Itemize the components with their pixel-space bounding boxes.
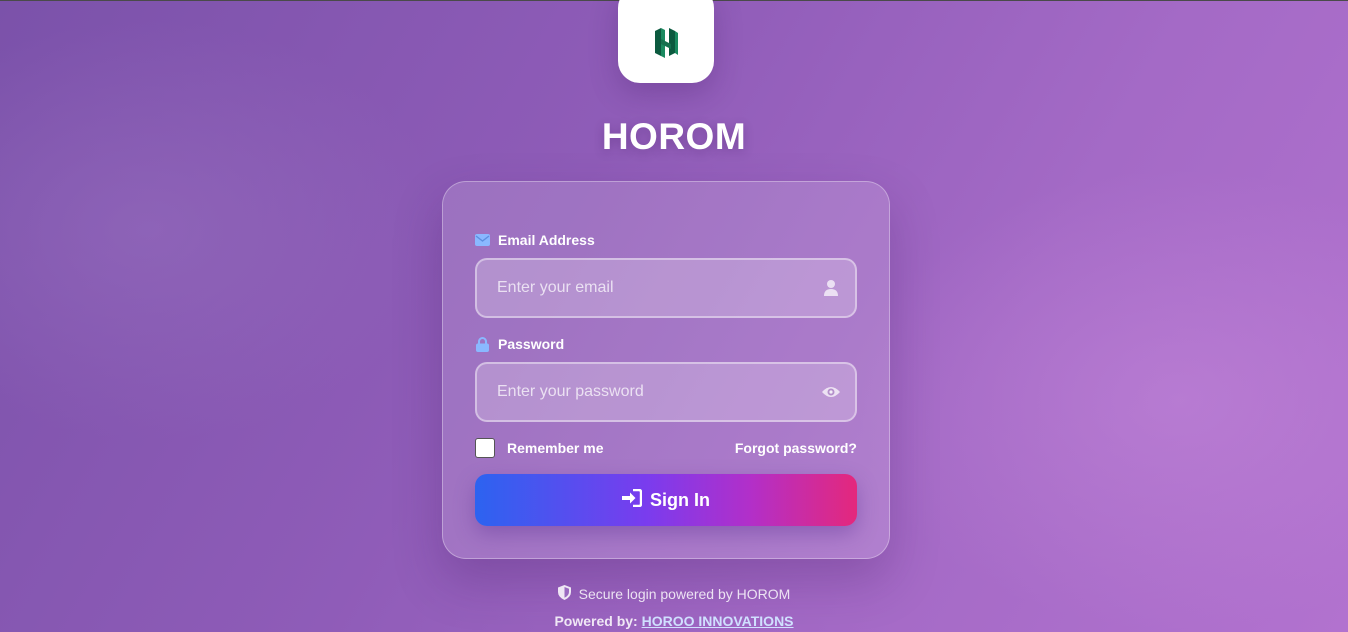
user-icon: [821, 279, 841, 297]
lock-icon: [475, 336, 490, 352]
horoo-innovations-link[interactable]: HOROO INNOVATIONS: [642, 613, 794, 629]
email-label-text: Email Address: [498, 232, 595, 248]
sign-in-label: Sign In: [650, 489, 710, 510]
remember-me-label: Remember me: [507, 440, 604, 456]
forgot-password-link[interactable]: Forgot password?: [735, 440, 857, 456]
app-logo: [618, 0, 714, 83]
secure-login-note: Secure login powered by HOROM: [0, 585, 1348, 603]
secure-login-text: Secure login powered by HOROM: [578, 586, 791, 602]
powered-by: Powered by: HOROO INNOVATIONS: [0, 613, 1348, 629]
sign-in-button[interactable]: Sign In: [475, 474, 857, 526]
email-label: Email Address: [475, 232, 595, 248]
email-field[interactable]: [477, 260, 855, 316]
sign-in-icon: [622, 488, 643, 512]
remember-me-checkbox[interactable]: [475, 438, 495, 458]
app-title: HOROM: [601, 116, 747, 157]
envelope-icon: [475, 233, 490, 248]
powered-by-prefix: Powered by:: [554, 613, 638, 629]
horom-logo-icon: [655, 27, 678, 58]
remember-me-option[interactable]: Remember me: [475, 438, 604, 458]
login-card: Email Address Password Remember me Forgo…: [442, 181, 890, 559]
password-field[interactable]: [477, 364, 855, 420]
password-label: Password: [475, 336, 564, 352]
eye-icon[interactable]: [821, 383, 841, 401]
password-field-wrapper: [475, 362, 857, 422]
email-field-wrapper: [475, 258, 857, 318]
shield-icon: [557, 585, 571, 603]
password-label-text: Password: [498, 336, 565, 352]
